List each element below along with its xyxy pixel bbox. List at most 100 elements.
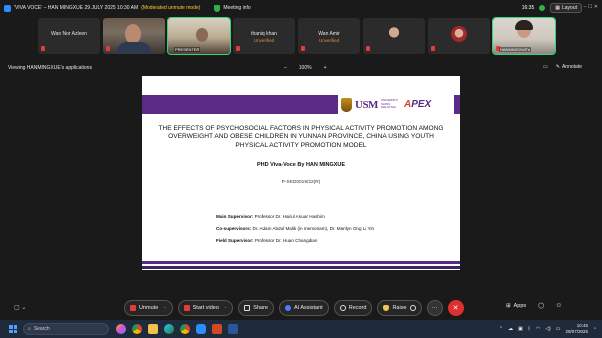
battery-icon[interactable]: ▭ <box>556 326 561 332</box>
matric-code: P-SKD0019/22(R) <box>281 180 321 185</box>
avatar <box>386 26 402 42</box>
self-video-tile[interactable]: HANMINGXUE's <box>492 17 556 55</box>
chevron-up-icon[interactable]: ⌃ <box>163 306 166 311</box>
copilot-icon[interactable] <box>116 324 126 334</box>
unmute-label: Unmute <box>139 305 159 311</box>
connection-icon <box>539 5 546 11</box>
shared-slide: USM UNIVERSITI SAINS MALAYSIA APEX THE E… <box>142 76 460 270</box>
zoom-out-button[interactable]: – <box>284 65 287 71</box>
annotate-label: Annotate <box>561 64 582 70</box>
shield-icon <box>214 4 221 12</box>
volume-icon[interactable]: ◁) <box>545 326 551 332</box>
record-button[interactable]: Record <box>333 300 373 316</box>
control-right: ⊞ Apps ◯ ⚇ <box>506 303 561 309</box>
thesis-title: THE EFFECTS OF PSYCHOSOCIAL FACTORS IN P… <box>158 125 444 149</box>
taskbar-apps <box>116 324 238 334</box>
co-supervisors: Co-supervisors: Dr. Adam Abdul Malik (in… <box>216 226 375 231</box>
annotate-button[interactable]: ✎ Annotate <box>556 64 582 70</box>
start-video-label: Start video <box>192 305 219 311</box>
participant-video-shoulders <box>117 42 151 54</box>
meeting-info-button[interactable]: Meeting info <box>214 4 251 12</box>
participant-video <box>196 28 208 42</box>
cloud-icon[interactable]: ☁ <box>508 326 513 332</box>
ai-assistant-icon <box>284 305 291 311</box>
view-actions: ▭ ✎ Annotate <box>543 64 582 70</box>
pen-icon: ✎ <box>555 64 560 70</box>
active-speaker-tile[interactable]: PRESENTER <box>167 17 231 55</box>
video-off-icon <box>183 305 190 311</box>
window-controls[interactable]: – ☐ ✕ <box>584 4 598 10</box>
crest-logo-icon <box>341 97 352 112</box>
mic-muted-icon <box>431 46 435 51</box>
participant-tile[interactable]: thaniq khan Unverified <box>233 18 295 54</box>
wifi-icon[interactable]: ◠ <box>536 326 540 332</box>
chevron-up-icon[interactable]: ⌃ <box>224 306 227 311</box>
file-explorer-icon[interactable] <box>148 324 158 334</box>
layout-label: Layout <box>561 5 577 11</box>
chrome-profile-icon[interactable] <box>180 324 190 334</box>
notification-icon[interactable]: ◔ <box>593 326 596 332</box>
bluetooth-icon[interactable]: ᛒ <box>528 326 531 332</box>
apps-icon: ⊞ <box>506 303 511 309</box>
taskbar-date: 29/07/2025 <box>565 329 588 334</box>
raise-label: Raise <box>392 305 407 311</box>
share-button[interactable]: Share <box>238 300 274 316</box>
zoom-controls: – 100% + <box>284 65 327 71</box>
share-label: Share <box>253 305 268 311</box>
grid-icon: ▦ <box>555 5 560 11</box>
chevron-up-icon[interactable]: ⌃ <box>499 326 503 332</box>
layout-button[interactable]: ▦ Layout <box>550 3 582 13</box>
participant-video-hair <box>515 20 533 30</box>
usm-logo-subtitle: UNIVERSITI SAINS MALAYSIA <box>380 98 398 110</box>
unmute-mode-label: (Moderated unmute mode) <box>141 5 201 11</box>
participants-icon[interactable]: ⚇ <box>556 303 561 309</box>
mic-muted-icon <box>366 46 370 51</box>
more-button[interactable]: ··· <box>426 300 443 316</box>
windows-start-icon[interactable] <box>9 325 17 333</box>
participant-tile[interactable] <box>428 18 490 54</box>
unverified-badge: Unverified <box>318 38 340 43</box>
viewing-label: Viewing HANMINGXUE's applications <box>8 65 92 71</box>
hand-icon <box>383 305 390 311</box>
participant-label: PRESENTER <box>174 47 201 52</box>
apps-label: Apps <box>513 303 527 309</box>
participant-tile[interactable]: Wan Nor Azleen <box>38 18 100 54</box>
edge-icon[interactable] <box>164 324 174 334</box>
meeting-title: 'VIVA VOCE' – HAN MINGXUE 29 JULY 2025 1… <box>14 5 139 11</box>
system-tray: ⌃ ☁ ▣ ᛒ ◠ ◁) ▭ 10:46 29/07/2025 ◔ <box>499 323 596 335</box>
participant-name: thaniq khan <box>251 31 277 37</box>
footer-stripe-dark <box>142 266 460 269</box>
field-supervisor: Field Supervisor: Professor Dr. Huan Cha… <box>216 238 318 243</box>
taskbar-clock[interactable]: 10:46 29/07/2025 <box>565 323 588 335</box>
chrome-icon[interactable] <box>132 324 142 334</box>
raise-hand-button[interactable]: Raise <box>377 300 422 316</box>
unverified-badge: Unverified <box>253 38 275 43</box>
apps-button[interactable]: ⊞ Apps <box>506 303 526 309</box>
emoji-icon[interactable] <box>409 305 416 311</box>
taskbar-search[interactable]: ⌕ Search <box>23 323 109 335</box>
start-video-button[interactable]: Start video ⌃ <box>177 300 234 316</box>
participant-tile[interactable] <box>363 18 425 54</box>
zoom-in-button[interactable]: + <box>324 65 327 71</box>
end-meeting-button[interactable]: ✕ <box>447 300 464 316</box>
powerpoint-icon[interactable] <box>212 324 222 334</box>
meeting-info-label: Meeting info <box>223 5 251 11</box>
participant-tile[interactable]: Wan Amir Unverified <box>298 18 360 54</box>
captions-button[interactable]: ▢ ⌄ <box>14 304 26 311</box>
unmute-button[interactable]: Unmute ⌃ <box>124 300 173 316</box>
mic-muted-icon <box>106 46 110 51</box>
view-options-icon[interactable]: ▭ <box>543 64 548 70</box>
windows-taskbar: ⌕ Search ⌃ ☁ ▣ ᛒ ◠ ◁) ▭ 10:46 29/07/2025 <box>0 320 602 338</box>
zoom-app-icon[interactable] <box>196 324 206 334</box>
app-tray-icon[interactable]: ▣ <box>518 326 523 332</box>
ai-assistant-label: AI Assistant <box>293 305 323 311</box>
logo-bar: USM UNIVERSITI SAINS MALAYSIA APEX <box>338 95 454 114</box>
mic-muted-icon <box>301 46 305 51</box>
word-icon[interactable] <box>228 324 238 334</box>
control-buttons: Unmute ⌃ Start video ⌃ Share AI Assistan… <box>124 300 464 316</box>
meeting-clock: 16:35 <box>521 5 535 11</box>
participant-video-tile[interactable] <box>103 18 165 54</box>
ai-assistant-button[interactable]: AI Assistant <box>278 300 329 316</box>
chat-icon[interactable]: ◯ <box>538 303 544 309</box>
participant-strip: Wan Nor Azleen PRESENTER thaniq khan Unv… <box>38 17 556 56</box>
